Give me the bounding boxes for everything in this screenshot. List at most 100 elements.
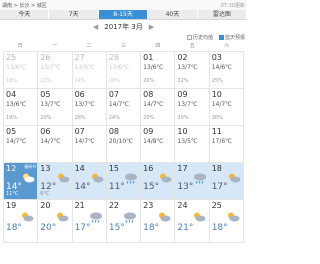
calendar-day[interactable]: 02 13/7℃ 22% xyxy=(175,52,209,88)
prev-month-icon[interactable]: ◀ xyxy=(87,23,104,31)
forecast-temperature: 14° xyxy=(74,182,91,192)
historic-temperature: 13/7℃ xyxy=(40,64,61,71)
calendar-day[interactable]: 04 13/6℃ 19% xyxy=(4,89,38,125)
calendar-day-today[interactable]: 12 植树节 14° 11°C xyxy=(4,163,38,199)
calendar-day[interactable]: 17 13° xyxy=(175,163,209,199)
history-swatch-icon xyxy=(186,35,192,40)
day-number: 05 xyxy=(40,90,51,99)
holiday-note: 植树节 xyxy=(24,164,37,169)
rain-probability: 19% xyxy=(6,115,18,121)
day-number: 07 xyxy=(108,90,120,99)
calendar-day[interactable]: 10 13/5℃ xyxy=(175,126,209,162)
partly-cloudy-icon xyxy=(20,211,34,225)
calendar-day[interactable]: 25 18° xyxy=(209,200,243,242)
calendar-day[interactable]: 07 14/7℃ 24% xyxy=(106,89,141,125)
calendar-day[interactable]: 08 20/10℃ xyxy=(106,126,141,162)
low-temperature: 6°C xyxy=(40,191,50,197)
calendar-day[interactable]: 23 18° xyxy=(141,200,175,242)
day-number: 21 xyxy=(74,201,85,210)
historic-temperature: 14/7℃ xyxy=(108,101,130,108)
historic-temperature: 14/7℃ xyxy=(211,101,232,108)
partly-cloudy-icon xyxy=(158,172,172,186)
day-number: 19 xyxy=(6,201,17,210)
partly-cloudy-icon xyxy=(227,172,241,186)
rain-probability: 20% xyxy=(40,115,52,121)
historic-temperature: 13/6℃ xyxy=(6,101,27,108)
tab-8-15day[interactable]: 8-15天 xyxy=(98,10,149,19)
day-number: 05 xyxy=(6,127,17,136)
partly-cloudy-icon xyxy=(157,211,171,225)
calendar-day[interactable]: 18 17° xyxy=(209,163,243,199)
day-number: 02 xyxy=(177,53,188,62)
weekday-label: 一 xyxy=(52,43,58,49)
rain-icon xyxy=(89,211,103,225)
forecast-tabs: 今天 7天 8-15天 40天 雷达图 xyxy=(0,10,248,20)
calendar-day[interactable]: 21 17° xyxy=(72,200,106,242)
day-number: 04 xyxy=(6,90,17,99)
calendar-day[interactable]: 28 13/6℃ 20% xyxy=(106,52,141,88)
calendar-day[interactable]: 08 14/7℃ 20% xyxy=(141,89,175,125)
historic-temperature: 13/7℃ xyxy=(177,101,198,108)
rain-probability: 25% xyxy=(211,78,223,84)
weekday-label: 日 xyxy=(17,43,23,49)
tab-radar[interactable]: 雷达图 xyxy=(198,10,248,19)
calendar-day[interactable]: 09 13/7℃ 30% xyxy=(175,89,209,125)
breadcrumb[interactable]: 湖南 > 长沙 > 城区 xyxy=(2,2,47,9)
calendar-day[interactable]: 09 14/8℃ xyxy=(141,126,175,162)
partly-cloudy-icon xyxy=(226,211,240,225)
forecast-temperature: 13° xyxy=(177,182,194,192)
calendar-day[interactable]: 13 12° 6°C xyxy=(38,163,72,199)
next-month-icon[interactable]: ▶ xyxy=(143,23,160,31)
calendar-day[interactable]: 16 15° xyxy=(141,163,175,199)
calendar-day[interactable]: 22 15° xyxy=(106,200,141,242)
weekday-label: 五 xyxy=(189,43,195,49)
day-number: 23 xyxy=(143,201,154,210)
calendar-day[interactable]: 15 11° xyxy=(106,163,141,199)
historic-temperature: 14/6℃ xyxy=(211,64,232,71)
tab-7day[interactable]: 7天 xyxy=(49,10,99,19)
month-label[interactable]: 2017年 3月 xyxy=(104,22,143,32)
calendar-day[interactable]: 06 13/7℃ 28% xyxy=(72,89,106,125)
calendar-day[interactable]: 05 13/7℃ 20% xyxy=(38,89,72,125)
calendar-day[interactable]: 05 14/7℃ xyxy=(4,126,38,162)
calendar-day[interactable]: 25 13/6℃ 18% xyxy=(4,52,38,88)
legend-history[interactable]: 历史均值 xyxy=(186,34,213,41)
calendar-day[interactable]: 19 18° xyxy=(4,200,38,242)
calendar-day[interactable]: 07 14/7℃ xyxy=(72,126,106,162)
historic-temperature: 13/6℃ xyxy=(6,64,27,71)
calendar-day[interactable]: 27 13/6℃ 24% xyxy=(72,52,106,88)
day-number: 14 xyxy=(74,164,85,173)
calendar-day[interactable]: 11 17/6℃ xyxy=(209,126,243,162)
weekday-label: 六 xyxy=(224,43,230,49)
calendar-day[interactable]: 10 14/7℃ 30% xyxy=(209,89,243,125)
forecast-temperature: 17° xyxy=(211,182,228,192)
day-number: 25 xyxy=(211,201,222,210)
day-number: 20 xyxy=(40,201,51,210)
calendar-day[interactable]: 06 14/7℃ xyxy=(38,126,72,162)
legend-forecast[interactable]: 蓝天预报 xyxy=(218,34,245,41)
forecast-temperature: 18° xyxy=(211,223,228,233)
partly-cloudy-icon xyxy=(21,172,35,186)
weekday-label: 四 xyxy=(155,43,161,49)
calendar-day[interactable]: 24 21° xyxy=(175,200,209,242)
day-number: 13 xyxy=(40,164,51,173)
rain-probability: 18% xyxy=(6,78,18,84)
calendar-day[interactable]: 20 20° xyxy=(38,200,72,242)
tab-40day[interactable]: 40天 xyxy=(148,10,198,19)
calendar-day[interactable]: 03 14/6℃ 25% xyxy=(209,52,243,88)
day-number: 09 xyxy=(143,127,154,136)
forecast-temperature: 18° xyxy=(143,223,160,233)
top-bar: 湖南 > 长沙 > 城区 07:30更新 xyxy=(0,0,247,10)
low-temperature: 11°C xyxy=(6,191,19,197)
tab-today[interactable]: 今天 xyxy=(0,10,50,19)
legend-forecast-label: 蓝天预报 xyxy=(224,35,245,41)
calendar-day[interactable]: 14 14° xyxy=(72,163,106,199)
calendar-day[interactable]: 01 13/6℃ 20% xyxy=(141,52,175,88)
rain-probability: 30% xyxy=(211,115,223,121)
day-number: 09 xyxy=(177,90,188,99)
calendar-day[interactable]: 26 13/7℃ 22% xyxy=(38,52,72,88)
day-number: 28 xyxy=(108,53,120,62)
historic-temperature: 13/7℃ xyxy=(177,64,198,71)
forecast-temperature: 20° xyxy=(40,223,57,233)
calendar-grid: 25 13/6℃ 18% 26 13/7℃ 22% 27 13/6℃ 24% 28 13/6℃ 20%… xyxy=(3,51,244,243)
